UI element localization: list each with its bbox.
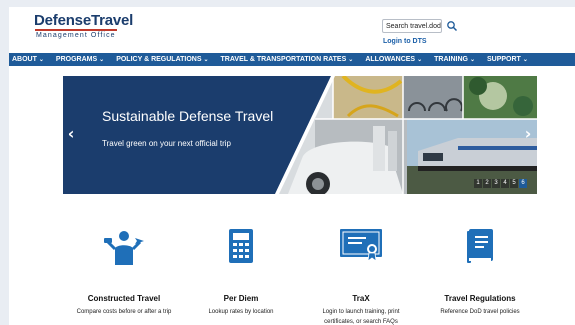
logo-underline [35,29,117,31]
chevron-down-icon: ⌄ [417,57,423,63]
nav-programs[interactable]: PROGRAMS ⌄ [56,56,104,63]
chevron-down-icon: ⌄ [348,57,354,63]
nav-support[interactable]: SUPPORT ⌄ [487,56,528,63]
nav-item-label: TRAINING [434,56,468,63]
tile-per-diem[interactable]: Per Diem Lookup rates by location [186,229,296,315]
book-icon [467,229,493,263]
nav-item-label: ALLOWANCES [365,56,416,63]
tile-travel-regulations[interactable]: Travel Regulations Reference DoD travel … [425,229,535,315]
carousel-dot[interactable]: 5 [510,179,518,188]
nav-allowances[interactable]: ALLOWANCES ⌄ [365,56,422,63]
carousel-pagination: 1 2 3 4 5 6 [474,179,528,188]
tile-description: Compare costs before or after a trip [69,307,179,317]
site-header: DefenseTravel Management Office Search t… [9,7,575,53]
carousel-dot[interactable]: 4 [501,179,509,188]
certificate-icon [340,229,382,261]
logo-word-defense: Defense [34,12,91,29]
tile-constructed-travel[interactable]: Constructed Travel Compare costs before … [69,229,179,315]
chevron-down-icon: ⌄ [469,57,475,63]
nav-item-label: SUPPORT [487,56,521,63]
calculator-icon [229,229,253,263]
logo-wordmark: DefenseTravel [34,13,133,28]
carousel-dot[interactable]: 2 [483,179,491,188]
login-link[interactable]: Login to DTS [383,38,427,45]
tile-description-line: Compare costs before or after a trip [76,309,172,315]
tile-description-line: certificates, or search FAQs [324,319,398,325]
tile-trax[interactable]: TraX Login to launch training, print cert… [306,229,416,325]
chevron-down-icon: ⌄ [522,57,528,63]
tile-description: Lookup rates by location [186,307,296,317]
tile-description: Reference DoD travel policies [425,307,535,317]
carousel-dot-active[interactable]: 6 [519,179,527,188]
tile-title: TraX [352,294,370,303]
carousel-dot[interactable]: 1 [474,179,482,188]
nav-rates[interactable]: TRAVEL & TRANSPORTATION RATES ⌄ [221,56,354,63]
nav-item-label: PROGRAMS [55,56,98,63]
tile-description-line: Lookup rates by location [208,309,274,315]
nav-policy-regulations[interactable]: POLICY & REGULATIONS ⌄ [116,56,208,63]
search-input[interactable]: Search travel.dod [382,19,442,33]
page: DefenseTravel Management Office Search t… [9,7,575,325]
tile-description-line: Login to launch training, print [322,309,400,315]
carousel-dot[interactable]: 3 [492,179,500,188]
hero-title: Sustainable Defense Travel [102,108,274,124]
tile-description: Login to launch training, print certifica… [306,307,416,325]
tile-description-line: Reference DoD travel policies [440,309,520,315]
search-icon[interactable] [446,20,458,32]
tile-title: Per Diem [223,294,259,303]
chevron-down-icon: ⌄ [38,57,44,63]
hero-carousel[interactable]: Sustainable Defense Travel Travel green … [63,76,537,194]
hero-subtitle: Travel green on your next official trip [102,139,231,148]
carousel-next-button[interactable]: › [523,125,533,143]
nav-training[interactable]: TRAINING ⌄ [434,56,475,63]
nav-item-label: TRAVEL & TRANSPORTATION RATES [220,56,347,63]
nav-about[interactable]: ABOUT ⌄ [12,56,44,63]
nav-item-label: ABOUT [12,56,37,63]
hero-photo-collage [63,76,537,194]
logo-subtitle: Management Office [36,32,116,39]
site-logo[interactable]: DefenseTravel Management Office [34,13,133,39]
tile-title: Travel Regulations [444,294,516,303]
chevron-down-icon: ⌄ [203,57,209,63]
chevron-down-icon: ⌄ [99,57,105,63]
traveler-icon [104,231,144,265]
nav-item-label: POLICY & REGULATIONS [116,56,202,63]
logo-word-travel: Travel [90,12,134,29]
carousel-prev-button[interactable]: ‹ [66,125,76,143]
main-nav: ABOUT ⌄ PROGRAMS ⌄ POLICY & REGULATIONS ⌄ T… [9,53,575,66]
tile-title: Constructed Travel [87,294,161,303]
